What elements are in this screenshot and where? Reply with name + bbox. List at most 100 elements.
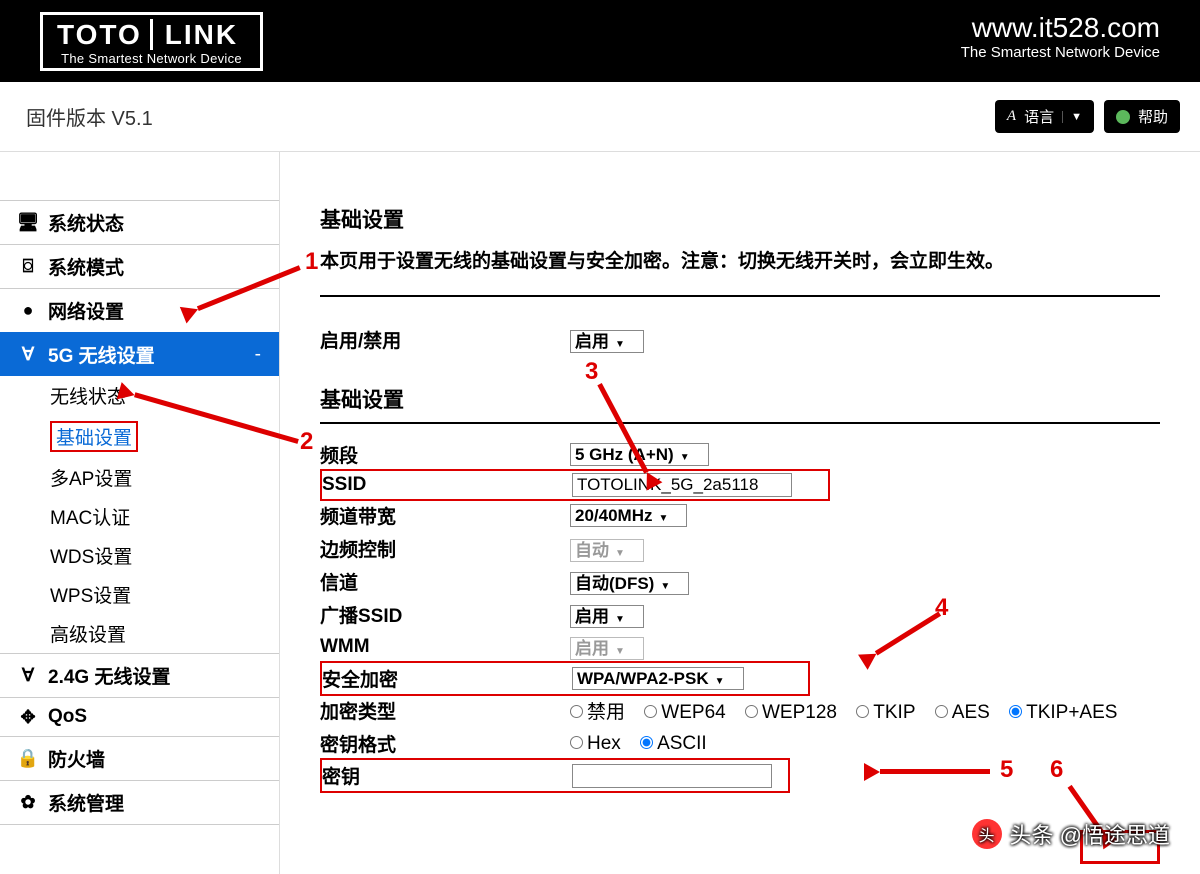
subnav-wds[interactable]: WDS设置 [0, 536, 279, 575]
header-url: www.it528.com [961, 12, 1160, 44]
sideband-select[interactable]: 自动 [570, 539, 644, 562]
basic-settings-header: 基础设置 [320, 384, 1160, 414]
nav-firewall[interactable]: 🔒 防火墙 [0, 736, 279, 780]
enc-opt[interactable]: TKIP [856, 702, 915, 723]
bandwidth-select[interactable]: 20/40MHz [570, 504, 687, 527]
divider [320, 422, 1160, 424]
broadcast-label: 广播SSID [320, 601, 570, 628]
globe-icon: ● [18, 301, 38, 321]
bandwidth-label: 频道带宽 [320, 502, 570, 529]
ssid-label: SSID [322, 474, 572, 496]
enc-opt[interactable]: TKIP+AES [1009, 702, 1117, 723]
subnav-label: 高级设置 [50, 620, 126, 647]
nav-label: QoS [48, 706, 87, 728]
brand-logo: TOTO LINK The Smartest Network Device [40, 12, 263, 71]
keyformat-radios: Hex ASCII [570, 733, 721, 755]
toolbar: 固件版本 V5.1 A 语言 ▼ 帮助 [0, 82, 1200, 152]
row-enable: 启用/禁用 启用 [320, 323, 1160, 356]
help-label: 帮助 [1138, 106, 1168, 127]
help-button[interactable]: 帮助 [1104, 100, 1180, 133]
keyfmt-opt[interactable]: ASCII [640, 733, 707, 754]
subnav-label: 无线状态 [50, 382, 126, 409]
segment-icon: ⌼ [18, 257, 38, 277]
monitor-icon: 🖥 [18, 213, 38, 233]
row-ssid: SSID [320, 469, 830, 501]
subnav-wireless-status[interactable]: 无线状态 [0, 376, 279, 415]
keyfmt-opt[interactable]: Hex [570, 733, 621, 754]
brand-text-a: TOTO [57, 19, 142, 50]
brand-tagline: The Smartest Network Device [57, 51, 246, 66]
enable-select[interactable]: 启用 [570, 330, 644, 353]
row-encryption: 加密类型 禁用 WEP64 WEP128 TKIP AES TKIP+AES [320, 694, 1160, 727]
help-icon [1116, 110, 1130, 124]
divider [320, 295, 1160, 297]
header-right: www.it528.com The Smartest Network Devic… [961, 12, 1160, 61]
gear-icon: ✿ [18, 793, 38, 813]
nav-system-mgmt[interactable]: ✿ 系统管理 [0, 780, 279, 825]
firmware-version: 固件版本 V5.1 [26, 102, 153, 131]
subnav-advanced[interactable]: 高级设置 [0, 614, 279, 654]
language-icon: A [1007, 108, 1016, 125]
nav-system-status[interactable]: 🖥 系统状态 [0, 200, 279, 244]
app-header: TOTO LINK The Smartest Network Device www… [0, 0, 1200, 82]
nav-network[interactable]: ● 网络设置 [0, 288, 279, 332]
nav-24g-wireless[interactable]: ∀ 2.4G 无线设置 [0, 654, 279, 697]
nav-label: 网络设置 [48, 297, 124, 324]
row-sideband: 边频控制 自动 [320, 532, 1160, 565]
nav-label: 防火墙 [48, 745, 105, 772]
security-label: 安全加密 [322, 665, 572, 692]
subnav-wps[interactable]: WPS设置 [0, 575, 279, 614]
subnav-label: 多AP设置 [50, 464, 132, 491]
sideband-label: 边频控制 [320, 535, 570, 562]
key-input[interactable] [572, 764, 772, 788]
collapse-icon: - [255, 344, 261, 366]
subnav-basic-settings[interactable]: 基础设置 [0, 415, 279, 458]
language-label: 语言 [1024, 106, 1054, 127]
lock-icon: 🔒 [18, 749, 38, 769]
enc-opt[interactable]: AES [935, 702, 990, 723]
row-keyformat: 密钥格式 Hex ASCII [320, 727, 1160, 760]
enc-opt[interactable]: WEP64 [644, 702, 725, 723]
nav-label: 系统管理 [48, 789, 124, 816]
enable-label: 启用/禁用 [320, 326, 570, 353]
page-title: 基础设置 [320, 204, 1160, 234]
subnav-mac-auth[interactable]: MAC认证 [0, 497, 279, 536]
subnav-multi-ap[interactable]: 多AP设置 [0, 458, 279, 497]
nav-qos[interactable]: ✥ QoS [0, 697, 279, 736]
brand-text-b: LINK [150, 19, 238, 50]
row-broadcast: 广播SSID 启用 [320, 598, 1160, 631]
keyformat-label: 密钥格式 [320, 730, 570, 757]
content-pane: 基础设置 本页用于设置无线的基础设置与安全加密。注意：切换无线开关时，会立即生效… [280, 152, 1200, 874]
subnav-label: MAC认证 [50, 503, 130, 530]
channel-select[interactable]: 自动(DFS) [570, 572, 689, 595]
encryption-radios: 禁用 WEP64 WEP128 TKIP AES TKIP+AES [570, 697, 1131, 724]
broadcast-select[interactable]: 启用 [570, 605, 644, 628]
security-select[interactable]: WPA/WPA2-PSK [572, 667, 744, 690]
chevron-down-icon: ▼ [1062, 111, 1082, 123]
nav-5g-wireless[interactable]: ∀ 5G 无线设置 - [0, 332, 279, 376]
key-label: 密钥 [322, 762, 572, 789]
row-channel: 信道 自动(DFS) [320, 565, 1160, 598]
language-button[interactable]: A 语言 ▼ [995, 100, 1094, 133]
annotation-box-6 [1080, 830, 1160, 864]
subnav-label: WPS设置 [50, 581, 131, 608]
wifi-icon: ∀ [18, 666, 38, 686]
row-wmm: WMM 启用 [320, 631, 1160, 663]
wifi-icon: ∀ [18, 345, 38, 365]
nav-system-mode[interactable]: ⌼ 系统模式 [0, 244, 279, 288]
wmm-label: WMM [320, 636, 570, 658]
qos-icon: ✥ [18, 707, 38, 727]
channel-label: 信道 [320, 568, 570, 595]
row-security: 安全加密 WPA/WPA2-PSK [320, 661, 810, 696]
ssid-input[interactable] [572, 473, 792, 497]
subnav-label: WDS设置 [50, 542, 132, 569]
row-band: 频段 5 GHz (A+N) [320, 438, 1160, 471]
band-select[interactable]: 5 GHz (A+N) [570, 443, 709, 466]
enc-opt[interactable]: WEP128 [745, 702, 837, 723]
nav-label: 系统模式 [48, 253, 124, 280]
nav-label: 5G 无线设置 [48, 341, 155, 368]
wmm-select[interactable]: 启用 [570, 637, 644, 660]
enc-opt[interactable]: 禁用 [570, 702, 625, 723]
header-subtitle: The Smartest Network Device [961, 44, 1160, 61]
page-description: 本页用于设置无线的基础设置与安全加密。注意：切换无线开关时，会立即生效。 [320, 246, 1160, 273]
